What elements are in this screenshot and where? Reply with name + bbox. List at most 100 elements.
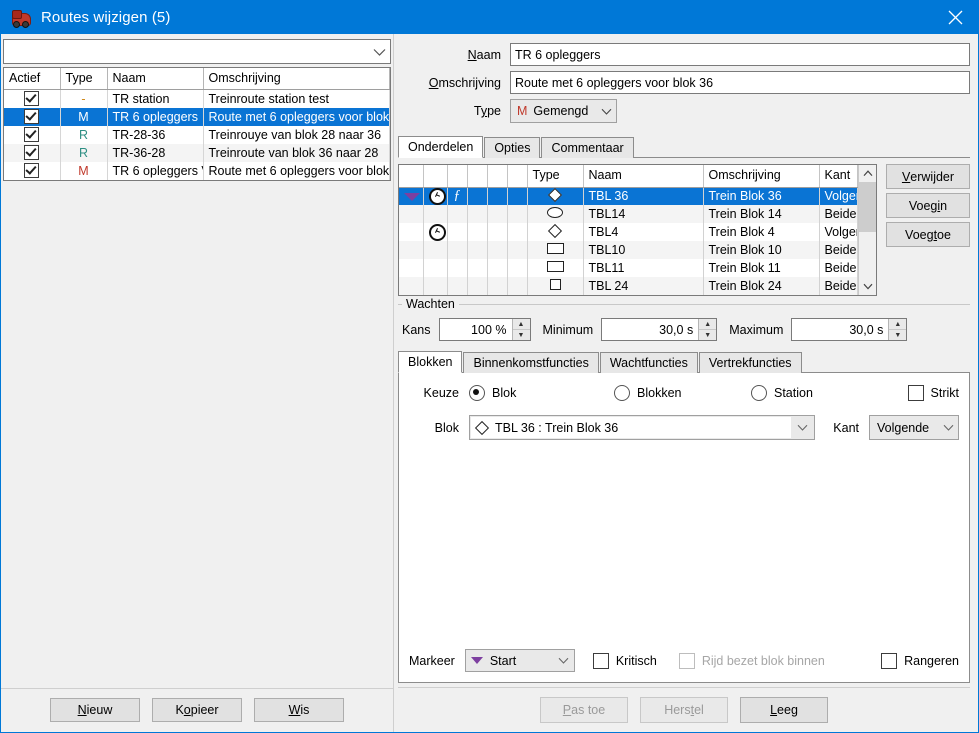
maximum-value[interactable]: 30,0 s	[792, 319, 888, 340]
parts-table[interactable]: Type Naam Omschrijving Kant ƒ TBL 36 Tre…	[398, 164, 877, 296]
row-actief-checkbox[interactable]	[4, 89, 61, 108]
pas-toe-button[interactable]: Pas toe	[540, 697, 628, 723]
routes-table[interactable]: Actief Type Naam Omschrijving - TR stati…	[3, 67, 391, 181]
kans-down-icon[interactable]: ▼	[513, 330, 530, 340]
minimum-down-icon[interactable]: ▼	[699, 330, 716, 340]
tab-onderdelen[interactable]: Onderdelen	[398, 136, 484, 158]
nieuw-button[interactable]: Nieuw	[50, 698, 140, 722]
tab-vertrekfuncties[interactable]: Vertrekfuncties	[698, 352, 802, 373]
routes-col-actief[interactable]: Actief	[4, 68, 61, 90]
routes-col-omschrijving[interactable]: Omschrijving	[203, 68, 390, 90]
type-combo[interactable]: M Gemengd	[510, 99, 618, 123]
chevron-down-icon[interactable]	[791, 424, 813, 431]
parts-table-scrollbar[interactable]	[858, 165, 876, 295]
table-row[interactable]: - TR station Treinroute station test	[4, 89, 390, 108]
scrollbar-thumb[interactable]	[859, 182, 876, 232]
leeg-button[interactable]: Leeg	[740, 697, 828, 723]
row-x2-cell[interactable]	[487, 277, 508, 295]
parts-col-x3[interactable]	[507, 165, 528, 188]
table-row[interactable]: TBL10 Trein Blok 10 Beide	[399, 241, 858, 259]
table-row[interactable]: M TR 6 opleggers V Route met 6 opleggers…	[4, 162, 390, 180]
markeer-combo[interactable]: Start	[464, 649, 575, 672]
row-x1-cell[interactable]	[467, 259, 488, 277]
row-x1-cell[interactable]	[467, 223, 488, 241]
radio-blokken[interactable]: Blokken	[614, 385, 751, 401]
scroll-up-icon[interactable]	[863, 165, 873, 182]
routes-col-type[interactable]: Type	[60, 68, 108, 90]
row-fx-cell[interactable]: ƒ	[447, 187, 468, 205]
row-x1-cell[interactable]	[467, 241, 488, 259]
table-row[interactable]: ƒ TBL 36 Trein Blok 36 Volgende	[399, 187, 858, 205]
row-actief-checkbox[interactable]	[4, 144, 61, 162]
maximum-up-icon[interactable]: ▲	[889, 319, 907, 330]
row-x1-cell[interactable]	[467, 187, 488, 205]
voeg-toe-button[interactable]: Voeg t oe	[886, 222, 970, 247]
parts-col-omschrijving[interactable]: Omschrijving	[703, 165, 820, 188]
tab-blokken[interactable]: Blokken	[398, 351, 463, 373]
tab-commentaar[interactable]: Commentaar	[541, 137, 634, 158]
row-fx-cell[interactable]	[447, 241, 468, 259]
kopieer-button[interactable]: Ko pieer	[152, 698, 242, 722]
row-clock-cell[interactable]	[423, 187, 448, 205]
scrollbar-track[interactable]	[859, 232, 876, 278]
minimum-up-icon[interactable]: ▲	[699, 319, 717, 330]
row-fx-cell[interactable]	[447, 223, 468, 241]
minimum-stepper[interactable]: 30,0 s ▲ ▼	[601, 318, 718, 341]
rangeren-checkbox[interactable]: Rangeren	[881, 652, 959, 669]
table-row[interactable]: R TR-28-36 Treinrouye van blok 28 naar 3…	[4, 126, 390, 144]
row-fx-cell[interactable]	[447, 259, 468, 277]
close-icon[interactable]	[932, 1, 978, 34]
maximum-stepper[interactable]: 30,0 s ▲ ▼	[791, 318, 908, 341]
table-row[interactable]: R TR-36-28 Treinroute van blok 36 naar 2…	[4, 144, 390, 162]
parts-col-kant[interactable]: Kant	[819, 165, 858, 188]
row-clock-cell[interactable]	[423, 223, 448, 241]
tab-wachtfuncties[interactable]: Wachtfuncties	[599, 352, 698, 373]
verwijder-button[interactable]: Verwijder	[886, 164, 970, 189]
row-flag-cell[interactable]	[399, 223, 424, 241]
kans-stepper[interactable]: 100 % ▲ ▼	[438, 318, 531, 341]
row-clock-cell[interactable]	[423, 205, 448, 223]
row-x3-cell[interactable]	[507, 205, 528, 223]
row-x2-cell[interactable]	[487, 259, 508, 277]
parts-col-fx[interactable]	[447, 165, 468, 188]
radio-station[interactable]: Station	[751, 385, 908, 401]
row-x3-cell[interactable]	[507, 187, 528, 205]
scroll-down-icon[interactable]	[863, 278, 873, 295]
row-x2-cell[interactable]	[487, 205, 508, 223]
row-flag-cell[interactable]	[399, 241, 424, 259]
omschrijving-input[interactable]: Route met 6 opleggers voor blok 36	[510, 71, 970, 94]
row-x1-cell[interactable]	[467, 205, 488, 223]
parts-col-flag[interactable]	[399, 165, 424, 188]
parts-col-naam[interactable]: Naam	[583, 165, 704, 188]
row-flag-cell[interactable]	[399, 187, 424, 205]
row-flag-cell[interactable]	[399, 259, 424, 277]
row-flag-cell[interactable]	[399, 205, 424, 223]
routes-col-naam[interactable]: Naam	[107, 68, 204, 90]
radio-blok[interactable]: Blok	[469, 385, 614, 401]
naam-input[interactable]: TR 6 opleggers	[510, 43, 970, 66]
herstel-button[interactable]: Hers t el	[640, 697, 728, 723]
row-x2-cell[interactable]	[487, 187, 508, 205]
row-x3-cell[interactable]	[507, 259, 528, 277]
table-row[interactable]: M TR 6 opleggers Route met 6 opleggers v…	[4, 108, 390, 126]
parts-col-type[interactable]: Type	[527, 165, 584, 188]
row-x3-cell[interactable]	[507, 223, 528, 241]
kritisch-checkbox[interactable]: Kritisch	[592, 652, 657, 669]
strikt-checkbox[interactable]: Strikt	[907, 385, 959, 401]
table-row[interactable]: TBL14 Trein Blok 14 Beide	[399, 205, 858, 223]
kans-value[interactable]: 100 %	[440, 319, 512, 340]
row-actief-checkbox[interactable]	[4, 126, 61, 144]
row-actief-checkbox[interactable]	[4, 108, 61, 126]
parts-col-x1[interactable]	[467, 165, 488, 188]
row-actief-checkbox[interactable]	[4, 162, 61, 180]
row-x3-cell[interactable]	[507, 277, 528, 295]
row-clock-cell[interactable]	[423, 277, 448, 295]
blok-combo[interactable]: TBL 36 : Trein Blok 36	[469, 415, 815, 440]
minimum-value[interactable]: 30,0 s	[602, 319, 698, 340]
row-flag-cell[interactable]	[399, 277, 424, 295]
blok-combo-field[interactable]: TBL 36 : Trein Blok 36	[471, 417, 791, 438]
kans-up-icon[interactable]: ▲	[512, 319, 530, 330]
table-row[interactable]: TBL 24 Trein Blok 24 Beide	[399, 277, 858, 295]
row-x3-cell[interactable]	[507, 241, 528, 259]
table-row[interactable]: TBL4 Trein Blok 4 Volgende	[399, 223, 858, 241]
